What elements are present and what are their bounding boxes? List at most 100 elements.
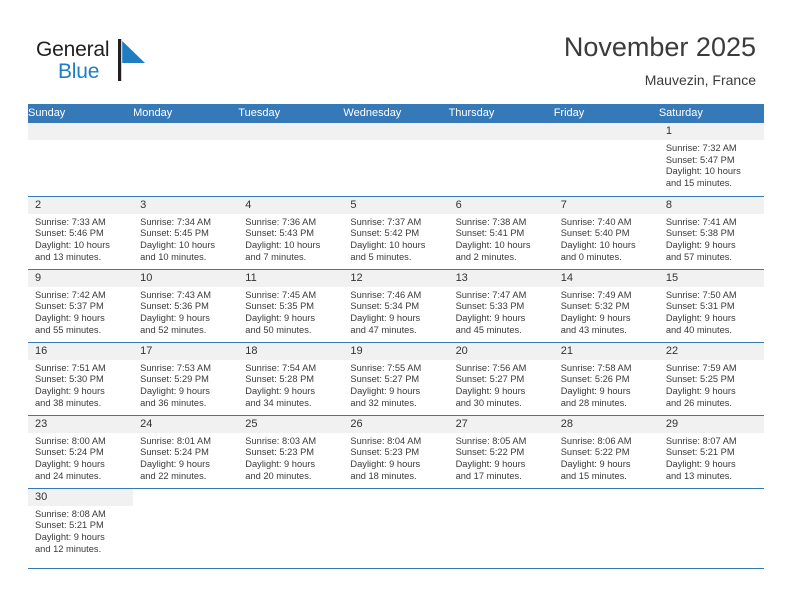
day-sun-info: Sunrise: 8:07 AM Sunset: 5:21 PM Daylight:… (659, 433, 764, 483)
calendar-cell-empty (238, 123, 344, 197)
day-number: 21 (553, 342, 659, 360)
calendar-day-cell[interactable]: 30 Sunrise: 8:08 AM Sunset: 5:21 PM Dayligh… (28, 488, 134, 569)
day-number: 30 (28, 488, 134, 506)
calendar-cell-content: 21 Sunrise: 7:58 AM Sunset: 5:26 PM Dayligh… (553, 342, 659, 415)
calendar-cell-empty (553, 123, 659, 197)
sunrise-text: Sunrise: 7:47 AM (455, 289, 527, 300)
calendar-day-cell[interactable]: 24 Sunrise: 8:01 AM Sunset: 5:24 PM Dayligh… (133, 415, 239, 489)
calendar-day-cell[interactable]: 8 Sunrise: 7:41 AM Sunset: 5:38 PM Daylight… (658, 196, 764, 270)
daylight-text-line2: and 30 minutes. (455, 397, 522, 408)
daylight-text-line1: Daylight: 10 hours (560, 239, 636, 250)
calendar-day-cell[interactable]: 12 Sunrise: 7:46 AM Sunset: 5:34 PM Dayligh… (343, 269, 449, 343)
day-sun-info: Sunrise: 8:03 AM Sunset: 5:23 PM Daylight:… (238, 433, 343, 483)
calendar-cell-content: 11 Sunrise: 7:45 AM Sunset: 5:35 PM Dayligh… (238, 269, 344, 342)
weekday-header-sunday: Sunday (28, 104, 134, 123)
calendar-cell-empty (133, 123, 239, 197)
daylight-text-line2: and 24 minutes. (35, 470, 102, 481)
day-sun-info: Sunrise: 7:50 AM Sunset: 5:31 PM Daylight:… (659, 287, 764, 337)
daylight-text-line1: Daylight: 9 hours (665, 385, 736, 396)
calendar-day-cell[interactable]: 2 Sunrise: 7:33 AM Sunset: 5:46 PM Daylight… (28, 196, 134, 270)
calendar-day-cell[interactable]: 9 Sunrise: 7:42 AM Sunset: 5:37 PM Daylight… (28, 269, 134, 343)
day-number-band (553, 123, 659, 140)
sunset-text: Sunset: 5:42 PM (350, 228, 420, 239)
daylight-text-line1: Daylight: 9 hours (455, 385, 526, 396)
sunrise-text: Sunrise: 7:42 AM (35, 289, 106, 300)
calendar-day-cell[interactable]: 17 Sunrise: 7:53 AM Sunset: 5:29 PM Dayligh… (133, 342, 239, 416)
calendar-day-cell[interactable]: 5 Sunrise: 7:37 AM Sunset: 5:42 PM Daylight… (343, 196, 449, 270)
daylight-text-line1: Daylight: 9 hours (560, 385, 631, 396)
daylight-text-line2: and 12 minutes. (35, 543, 102, 554)
calendar-day-cell[interactable]: 18 Sunrise: 7:54 AM Sunset: 5:28 PM Dayligh… (238, 342, 344, 416)
calendar-day-cell[interactable]: 29 Sunrise: 8:07 AM Sunset: 5:21 PM Dayligh… (658, 415, 764, 489)
calendar-cell-content: 28 Sunrise: 8:06 AM Sunset: 5:22 PM Dayligh… (553, 415, 659, 488)
calendar-day-cell[interactable]: 15 Sunrise: 7:50 AM Sunset: 5:31 PM Dayligh… (658, 269, 764, 343)
brand-name-general: General (36, 38, 110, 61)
sunrise-text: Sunrise: 7:54 AM (245, 362, 317, 373)
calendar-day-cell[interactable]: 27 Sunrise: 8:05 AM Sunset: 5:22 PM Dayligh… (448, 415, 554, 489)
calendar-cell-content: 19 Sunrise: 7:55 AM Sunset: 5:27 PM Dayligh… (343, 342, 449, 415)
calendar-day-cell[interactable]: 22 Sunrise: 7:59 AM Sunset: 5:25 PM Dayligh… (658, 342, 764, 416)
calendar-day-cell[interactable]: 20 Sunrise: 7:56 AM Sunset: 5:27 PM Dayligh… (448, 342, 554, 416)
day-number: 14 (553, 269, 659, 287)
calendar-cell-content (238, 123, 344, 196)
calendar-day-cell[interactable]: 7 Sunrise: 7:40 AM Sunset: 5:40 PM Daylight… (553, 196, 659, 270)
calendar-day-cell[interactable]: 23 Sunrise: 8:00 AM Sunset: 5:24 PM Dayligh… (28, 415, 134, 489)
calendar-body: 1 Sunrise: 7:32 AM Sunset: 5:47 PM Daylight… (28, 123, 764, 569)
calendar-page: General Blue November 2025 Mauvezin, Fra… (0, 0, 792, 612)
sunset-text: Sunset: 5:21 PM (35, 520, 104, 531)
page-header: General Blue November 2025 Mauvezin, Fra… (0, 0, 792, 100)
day-number: 5 (343, 196, 449, 214)
daylight-text-line2: and 45 minutes. (455, 324, 522, 335)
daylight-text-line1: Daylight: 10 hours (665, 166, 741, 177)
daylight-text-line1: Daylight: 9 hours (455, 458, 526, 469)
day-sun-info: Sunrise: 7:59 AM Sunset: 5:25 PM Daylight:… (659, 360, 764, 410)
day-number-band (343, 123, 449, 140)
day-number: 10 (133, 269, 239, 287)
calendar-day-cell[interactable]: 10 Sunrise: 7:43 AM Sunset: 5:36 PM Dayligh… (133, 269, 239, 343)
sunset-text: Sunset: 5:46 PM (35, 228, 104, 239)
sunrise-text: Sunrise: 8:07 AM (665, 435, 737, 446)
calendar-cell-content (133, 123, 239, 196)
calendar-cell-content: 15 Sunrise: 7:50 AM Sunset: 5:31 PM Dayligh… (658, 269, 764, 342)
day-sun-info: Sunrise: 8:08 AM Sunset: 5:21 PM Daylight:… (28, 506, 133, 556)
brand-logo[interactable]: General Blue (36, 38, 216, 90)
calendar-cell-content: 29 Sunrise: 8:07 AM Sunset: 5:21 PM Dayligh… (658, 415, 764, 488)
calendar-day-cell[interactable]: 13 Sunrise: 7:47 AM Sunset: 5:33 PM Dayligh… (448, 269, 554, 343)
calendar-day-cell[interactable]: 26 Sunrise: 8:04 AM Sunset: 5:23 PM Dayligh… (343, 415, 449, 489)
daylight-text-line1: Daylight: 9 hours (665, 458, 736, 469)
sunrise-text: Sunrise: 7:53 AM (140, 362, 211, 373)
daylight-text-line1: Daylight: 10 hours (35, 239, 110, 250)
day-number: 3 (133, 196, 239, 214)
weekday-header-row: Sunday Monday Tuesday Wednesday Thursday… (28, 104, 764, 123)
calendar-day-cell[interactable]: 14 Sunrise: 7:49 AM Sunset: 5:32 PM Dayligh… (553, 269, 659, 343)
day-number: 9 (28, 269, 134, 287)
day-sun-info: Sunrise: 7:56 AM Sunset: 5:27 PM Daylight:… (449, 360, 554, 410)
day-sun-info: Sunrise: 7:58 AM Sunset: 5:26 PM Daylight:… (554, 360, 659, 410)
day-sun-info: Sunrise: 8:04 AM Sunset: 5:23 PM Daylight:… (343, 433, 448, 483)
calendar-day-cell[interactable]: 25 Sunrise: 8:03 AM Sunset: 5:23 PM Dayligh… (238, 415, 344, 489)
calendar-day-cell[interactable]: 21 Sunrise: 7:58 AM Sunset: 5:26 PM Dayligh… (553, 342, 659, 416)
calendar-cell-content: 26 Sunrise: 8:04 AM Sunset: 5:23 PM Dayligh… (343, 415, 449, 488)
calendar-day-cell[interactable]: 16 Sunrise: 7:51 AM Sunset: 5:30 PM Dayligh… (28, 342, 134, 416)
calendar-day-cell[interactable]: 19 Sunrise: 7:55 AM Sunset: 5:27 PM Dayligh… (343, 342, 449, 416)
calendar-cell-content: 12 Sunrise: 7:46 AM Sunset: 5:34 PM Dayligh… (343, 269, 449, 342)
daylight-text-line2: and 52 minutes. (140, 324, 207, 335)
daylight-text-line2: and 57 minutes. (665, 251, 732, 262)
sunrise-text: Sunrise: 8:04 AM (350, 435, 422, 446)
calendar-day-cell[interactable]: 28 Sunrise: 8:06 AM Sunset: 5:22 PM Dayligh… (553, 415, 659, 489)
day-number: 11 (238, 269, 344, 287)
daylight-text-line2: and 40 minutes. (665, 324, 732, 335)
calendar-week-row: 9 Sunrise: 7:42 AM Sunset: 5:37 PM Daylight… (28, 269, 764, 343)
sunrise-text: Sunrise: 7:34 AM (140, 216, 211, 227)
daylight-text-line2: and 22 minutes. (140, 470, 207, 481)
calendar-cell-empty (343, 488, 449, 569)
calendar-week-row: 16 Sunrise: 7:51 AM Sunset: 5:30 PM Dayligh… (28, 342, 764, 416)
calendar-day-cell[interactable]: 4 Sunrise: 7:36 AM Sunset: 5:43 PM Daylight… (238, 196, 344, 270)
calendar-day-cell[interactable]: 6 Sunrise: 7:38 AM Sunset: 5:41 PM Daylight… (448, 196, 554, 270)
calendar-day-cell[interactable]: 11 Sunrise: 7:45 AM Sunset: 5:35 PM Dayligh… (238, 269, 344, 343)
day-sun-info: Sunrise: 7:43 AM Sunset: 5:36 PM Daylight:… (133, 287, 238, 337)
calendar-day-cell[interactable]: 1 Sunrise: 7:32 AM Sunset: 5:47 PM Daylight… (658, 123, 764, 197)
daylight-text-line2: and 10 minutes. (140, 251, 207, 262)
calendar-day-cell[interactable]: 3 Sunrise: 7:34 AM Sunset: 5:45 PM Daylight… (133, 196, 239, 270)
calendar-cell-empty (553, 488, 659, 569)
